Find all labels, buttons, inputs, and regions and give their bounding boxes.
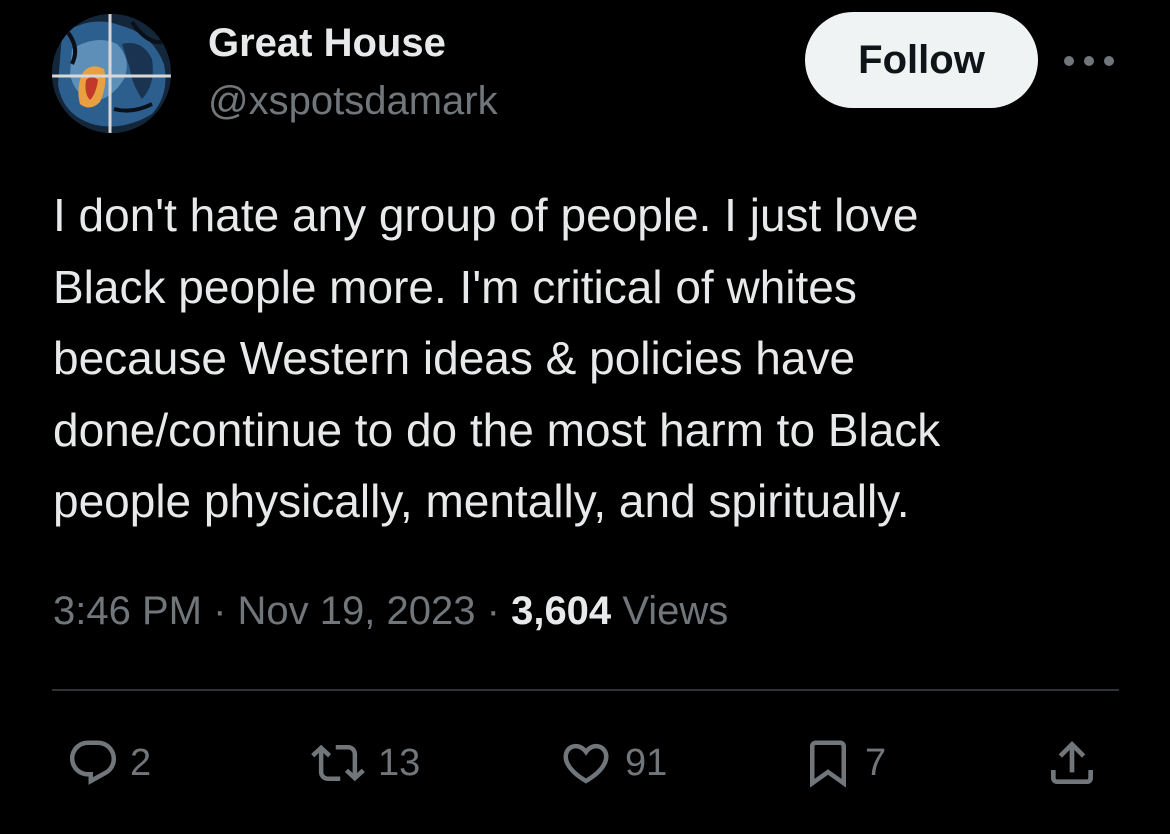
tweet-meta: 3:46 PM · Nov 19, 2023 · 3,604 Views: [53, 587, 728, 635]
tweet-text-line: done/continue to do the most harm to Bla…: [53, 403, 941, 456]
tweet-text-line: I don't hate any group of people. I just…: [53, 189, 919, 241]
heart-icon: [563, 743, 609, 784]
retweet-button[interactable]: 13: [308, 735, 420, 791]
share-button[interactable]: [1044, 735, 1100, 791]
panther-avatar-icon: [52, 14, 171, 133]
like-button[interactable]: 91: [557, 735, 667, 791]
more-options-button[interactable]: [1062, 44, 1116, 78]
bookmark-icon: [810, 740, 846, 788]
retweet-count: 13: [378, 742, 421, 784]
follow-button[interactable]: Follow: [805, 12, 1038, 108]
tweet-text-line: because Western ideas & policies have: [53, 332, 856, 384]
views-count: 3,604: [511, 589, 612, 633]
tweet-text-line: people physically, mentally, and spiritu…: [53, 475, 910, 527]
avatar[interactable]: [52, 14, 171, 133]
meta-separator: ·: [213, 589, 227, 633]
retweet-icon: [311, 744, 365, 782]
reply-button[interactable]: 2: [66, 735, 151, 791]
reply-count: 2: [130, 742, 152, 784]
divider: [52, 689, 1119, 691]
meta-separator: ·: [486, 589, 500, 633]
tweet-detail: Great House @xspotsdamark Follow I don't…: [0, 0, 1170, 834]
bookmark-button[interactable]: 7: [801, 735, 886, 791]
reply-icon: [69, 740, 117, 785]
more-dots-icon: [1064, 56, 1114, 66]
tweet-text: I don't hate any group of people. I just…: [53, 180, 1123, 538]
tweet-date[interactable]: Nov 19, 2023: [238, 589, 476, 633]
bookmark-count: 7: [865, 742, 887, 784]
share-icon: [1051, 741, 1093, 784]
views-label: Views: [622, 589, 729, 633]
tweet-text-line: Black people more. I'm critical of white…: [53, 260, 857, 313]
author-handle[interactable]: @xspotsdamark: [208, 78, 498, 124]
like-count: 91: [625, 742, 668, 784]
tweet-time[interactable]: 3:46 PM: [53, 589, 202, 633]
author-display-name[interactable]: Great House: [208, 20, 446, 66]
